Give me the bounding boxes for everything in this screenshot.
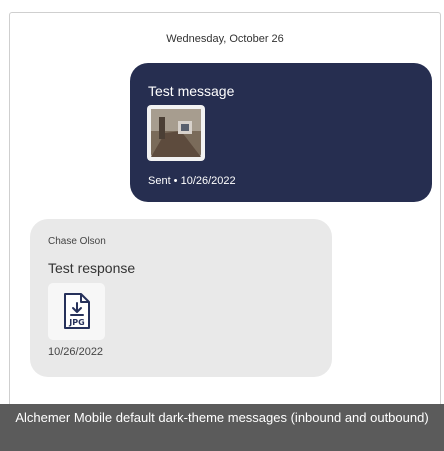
inbound-timestamp: 10/26/2022 <box>48 346 104 358</box>
photo-thumbnail-icon <box>151 109 201 157</box>
date-header: Wednesday, October 26 <box>166 33 284 45</box>
outbound-message-text: Test message <box>148 83 235 99</box>
file-type-label: JPG <box>68 318 84 327</box>
file-attachment[interactable]: JPG <box>48 283 105 340</box>
sender-name: Chase Olson <box>48 236 106 247</box>
inbound-message-bubble[interactable]: Chase Olson Test response JPG 10/26/2022 <box>30 219 332 377</box>
jpg-file-icon: JPG <box>64 293 90 329</box>
screenshot-frame: Wednesday, October 26 Test message Sent … <box>0 0 444 451</box>
sent-status: Sent • 10/26/2022 <box>148 175 236 187</box>
outbound-message-bubble[interactable]: Test message Sent • 10/26/2022 <box>130 63 432 202</box>
inbound-message-text: Test response <box>48 260 136 276</box>
message-thread: Wednesday, October 26 Test message Sent … <box>9 12 441 405</box>
image-attachment[interactable] <box>147 105 205 161</box>
figure-caption: Alchemer Mobile default dark-theme messa… <box>0 404 444 451</box>
